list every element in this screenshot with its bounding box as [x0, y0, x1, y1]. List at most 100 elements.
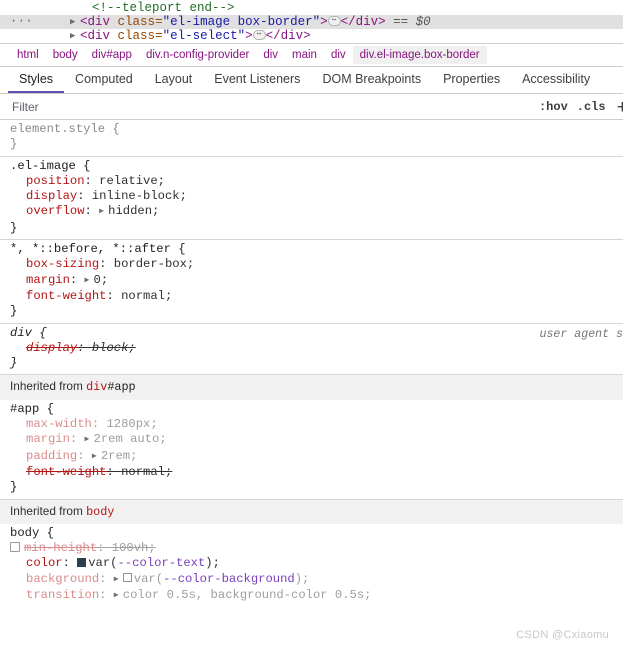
declaration-overflow[interactable]: overflow: ▶ hidden; [0, 204, 623, 220]
property-value[interactable]: block; [92, 341, 136, 355]
property-value[interactable]: color 0.5s, background-color 0.5s; [123, 588, 372, 602]
inherited-tag-name[interactable]: div [86, 380, 107, 394]
collapsed-children-icon[interactable]: ⋯ [252, 29, 266, 40]
property-value[interactable]: normal; [121, 289, 172, 303]
declaration-enabled-checkbox[interactable] [10, 541, 20, 552]
style-rule-div-user-agent[interactable]: user agent s div { display: block; } [0, 322, 623, 375]
property-value[interactable]: 2rem; [101, 449, 138, 463]
rule-selector[interactable]: .el-image { [0, 159, 623, 174]
declaration-background[interactable]: background: ▶ var(--color-background); [0, 572, 623, 588]
declaration-display[interactable]: display: inline-block; [0, 189, 623, 204]
breadcrumb-item-html[interactable]: html [10, 46, 46, 64]
property-value[interactable]: 100vh; [112, 541, 156, 555]
attr-name-class[interactable]: class [118, 15, 156, 29]
property-name[interactable]: display [26, 341, 77, 355]
tab-properties[interactable]: Properties [432, 67, 511, 93]
property-name[interactable]: transition [26, 588, 99, 602]
dom-row-comment[interactable]: <!--teleport end--> [0, 1, 623, 15]
property-name[interactable]: max-width [26, 417, 92, 431]
property-value[interactable]: normal; [121, 465, 172, 479]
rule-selector[interactable]: body { [0, 526, 623, 541]
dom-row-el-select[interactable]: ▶ <div class="el-select"> ⋯ </div> [0, 29, 623, 43]
property-name[interactable]: margin [26, 273, 70, 287]
toggle-element-state-button[interactable]: :hov [539, 100, 568, 114]
property-name[interactable]: color [26, 556, 63, 570]
property-value[interactable]: 0; [94, 273, 109, 287]
declaration-position[interactable]: position: relative; [0, 174, 623, 189]
rule-selector[interactable]: div { [0, 326, 623, 341]
style-rule-universal[interactable]: *, *::before, *::after { box-sizing: bor… [0, 239, 623, 322]
inherited-element-id[interactable]: #app [107, 380, 135, 394]
style-rule-element-style[interactable]: element.style { } [0, 119, 623, 156]
style-rule-el-image[interactable]: .el-image { position: relative; display:… [0, 155, 623, 239]
css-variable-name[interactable]: --color-text [118, 556, 206, 570]
css-variable-name[interactable]: --color-background [163, 572, 295, 586]
breadcrumb-item-body[interactable]: body [46, 46, 85, 64]
property-name[interactable]: padding [26, 449, 77, 463]
breadcrumb[interactable]: html body div#app div.n-config-provider … [0, 43, 623, 66]
dom-row-el-image[interactable]: ··· ▶ <div class="el-image box-border"> ⋯ <… [0, 14, 623, 29]
property-name[interactable]: font-weight [26, 465, 106, 479]
property-name[interactable]: min-height [24, 541, 97, 555]
expand-shorthand-icon[interactable]: ▶ [114, 588, 123, 603]
sidebar-tabbar[interactable]: Styles Computed Layout Event Listeners D… [0, 66, 623, 93]
rule-selector[interactable]: *, *::before, *::after { [0, 242, 623, 257]
property-name[interactable]: margin [26, 432, 70, 446]
declaration-margin[interactable]: margin: ▶ 0; [0, 273, 623, 289]
breadcrumb-item-div-n-config-provider[interactable]: div.n-config-provider [139, 46, 256, 64]
tab-styles[interactable]: Styles [8, 67, 65, 93]
declaration-padding[interactable]: padding: ▶ 2rem; [0, 449, 623, 465]
property-name[interactable]: position [26, 174, 85, 188]
property-value[interactable]: border-box; [114, 257, 194, 271]
expand-shorthand-icon[interactable]: ▶ [85, 273, 94, 288]
expand-shorthand-icon[interactable]: ▶ [85, 432, 94, 447]
expand-triangle-icon[interactable]: ▶ [70, 15, 80, 29]
node-badge-dots[interactable]: ··· [10, 14, 33, 28]
tab-computed[interactable]: Computed [64, 67, 144, 93]
expand-shorthand-icon[interactable]: ▶ [99, 204, 108, 219]
property-value[interactable]: inline-block; [92, 189, 187, 203]
collapsed-children-icon[interactable]: ⋯ [327, 15, 341, 26]
attr-value-class[interactable]: "el-image box-border" [163, 15, 321, 29]
color-swatch-icon[interactable] [77, 557, 87, 567]
style-rule-body[interactable]: body { min-height: 100vh; color: var(--c… [0, 524, 623, 607]
expand-shorthand-icon[interactable]: ▶ [92, 449, 101, 464]
dom-tree[interactable]: <!--teleport end--> ··· ▶ <div class="el-… [0, 0, 623, 43]
color-swatch-icon[interactable] [122, 573, 132, 582]
expand-triangle-icon[interactable]: ▶ [70, 29, 80, 43]
declaration-font-weight[interactable]: font-weight: normal; [0, 289, 623, 304]
expand-shorthand-icon[interactable]: ▶ [114, 572, 123, 587]
filter-input[interactable] [0, 93, 533, 120]
inherited-tag-name[interactable]: body [86, 505, 114, 519]
declaration-margin[interactable]: margin: ▶ 2rem auto; [0, 432, 623, 448]
styles-filter-bar[interactable]: :hov .cls + [0, 93, 623, 120]
declaration-display[interactable]: display: block; [0, 341, 623, 356]
new-style-rule-button[interactable]: + [617, 98, 623, 117]
breadcrumb-item-div[interactable]: div [256, 46, 285, 64]
attr-name-class[interactable]: class [118, 29, 156, 43]
tab-event-listeners[interactable]: Event Listeners [203, 67, 311, 93]
property-value[interactable]: 2rem auto; [94, 432, 167, 446]
declaration-max-width[interactable]: max-width: 1280px; [0, 417, 623, 432]
declaration-min-height[interactable]: min-height: 100vh; [0, 541, 623, 556]
tab-accessibility[interactable]: Accessibility [511, 67, 601, 93]
declaration-font-weight[interactable]: font-weight: normal; [0, 465, 623, 480]
property-name[interactable]: font-weight [26, 289, 106, 303]
property-name[interactable]: box-sizing [26, 257, 99, 271]
property-value[interactable]: 1280px; [106, 417, 157, 431]
breadcrumb-item-div-2[interactable]: div [324, 46, 353, 64]
breadcrumb-item-main[interactable]: main [285, 46, 324, 64]
element-classes-button[interactable]: .cls [577, 100, 606, 114]
property-name[interactable]: overflow [26, 204, 85, 218]
breadcrumb-item-div-app[interactable]: div#app [85, 46, 139, 64]
breadcrumb-item-div-el-image-box-border[interactable]: div.el-image.box-border [352, 46, 487, 64]
property-value[interactable]: relative; [99, 174, 165, 188]
attr-value-class[interactable]: "el-select" [163, 29, 246, 43]
property-value[interactable]: hidden; [108, 204, 159, 218]
tab-dom-breakpoints[interactable]: DOM Breakpoints [311, 67, 432, 93]
tab-layout[interactable]: Layout [144, 67, 204, 93]
rule-selector[interactable]: element.style { [0, 122, 623, 137]
declaration-box-sizing[interactable]: box-sizing: border-box; [0, 257, 623, 272]
property-name[interactable]: display [26, 189, 77, 203]
property-name[interactable]: background [26, 572, 99, 586]
